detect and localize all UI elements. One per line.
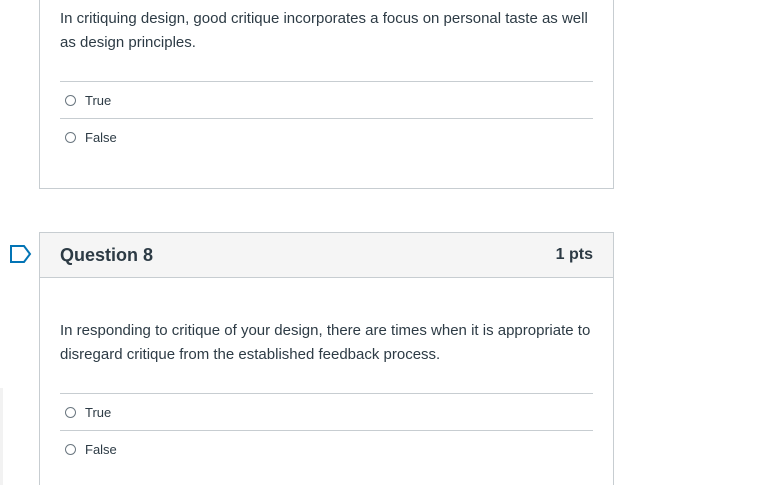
question-title: Question 8: [60, 244, 154, 265]
question-7-answer-true[interactable]: True: [60, 82, 593, 119]
question-7-body: In critiquing design, good critique inco…: [40, 0, 613, 156]
radio-button-icon[interactable]: [65, 406, 76, 418]
question-7-answers: True False: [60, 81, 593, 156]
question-8-answer-true[interactable]: True: [60, 394, 593, 431]
question-7-text: In critiquing design, good critique inco…: [60, 10, 588, 51]
answer-label: False: [85, 130, 117, 145]
radio-button-icon[interactable]: [65, 94, 76, 106]
answer-label: True: [85, 404, 112, 420]
question-7-answer-false[interactable]: False: [60, 119, 593, 156]
question-points: 1 pts: [555, 246, 593, 263]
question-8-answers: True False: [60, 393, 593, 468]
radio-button-icon[interactable]: [65, 444, 76, 455]
question-8-text: In responding to critique of your design…: [60, 322, 591, 363]
quiz-page: In critiquing design, good critique inco…: [0, 0, 770, 485]
question-8-card: Question 8 1 pts In responding to critiq…: [39, 232, 614, 485]
answer-label: True: [85, 92, 112, 108]
question-7-card: In critiquing design, good critique inco…: [39, 0, 614, 189]
bookmark-flag-icon[interactable]: [10, 245, 32, 263]
left-edge-shade: [0, 388, 3, 485]
answer-label: False: [85, 442, 117, 457]
question-8-answer-false[interactable]: False: [60, 431, 593, 468]
radio-button-icon[interactable]: [65, 132, 76, 143]
question-8-body: In responding to critique of your design…: [40, 278, 613, 468]
question-8-header: Question 8 1 pts: [40, 233, 613, 278]
